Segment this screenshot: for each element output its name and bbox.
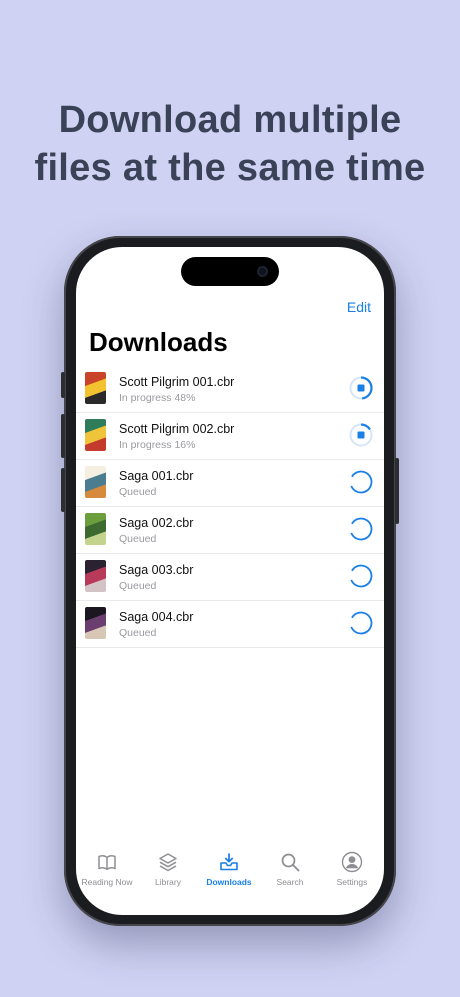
comic-cover-thumbnail (85, 513, 106, 545)
phone-volume-down (61, 468, 65, 512)
queued-spinner-icon[interactable] (349, 517, 373, 541)
app-screen: Edit Downloads Scott Pilgrim 001.cbr In p… (76, 247, 384, 915)
queued-spinner-icon[interactable] (349, 564, 373, 588)
queued-spinner-icon[interactable] (349, 470, 373, 494)
comic-cover-thumbnail (85, 372, 106, 404)
queued-spinner-icon[interactable] (349, 611, 373, 635)
tab-label: Settings (336, 877, 368, 887)
download-file-name: Saga 002.cbr (119, 516, 194, 530)
download-progress-stop-icon[interactable] (349, 376, 373, 400)
download-row[interactable]: Saga 003.cbr Queued (76, 554, 384, 601)
stack-icon (159, 853, 177, 872)
download-file-name: Scott Pilgrim 001.cbr (119, 375, 235, 389)
download-row[interactable]: Saga 002.cbr Queued (76, 507, 384, 554)
comic-cover-thumbnail (85, 607, 106, 639)
page-title: Downloads (89, 327, 228, 357)
phone-volume-up (61, 414, 65, 458)
book-icon (98, 855, 116, 871)
tab-search[interactable]: Search (260, 851, 320, 887)
download-status-text: In progress 48% (119, 392, 196, 404)
edit-button[interactable]: Edit (347, 299, 371, 315)
download-file-name: Saga 001.cbr (119, 469, 194, 483)
profile-icon (341, 851, 363, 873)
headline-line-1: Download multiple (58, 99, 402, 141)
download-file-name: Saga 003.cbr (119, 563, 194, 577)
tab-reading-now[interactable]: Reading Now (77, 851, 137, 887)
download-row[interactable]: Saga 004.cbr Queued (76, 601, 384, 648)
tab-label: Downloads (206, 877, 252, 887)
phone-power-button (395, 458, 399, 524)
phone-silent-switch (61, 372, 65, 398)
download-row[interactable]: Scott Pilgrim 002.cbr In progress 16% (76, 413, 384, 460)
tab-label: Search (276, 877, 304, 887)
headline: Download multiple files at the same time (0, 96, 460, 192)
tab-downloads[interactable]: Downloads (199, 851, 259, 887)
comic-cover-thumbnail (85, 466, 106, 498)
camera-icon (257, 266, 268, 277)
comic-cover-thumbnail (85, 560, 106, 592)
download-status-text: In progress 16% (119, 439, 196, 451)
headline-line-2: files at the same time (34, 147, 426, 189)
download-file-name: Scott Pilgrim 002.cbr (119, 422, 235, 436)
tab-label: Reading Now (81, 877, 133, 887)
tab-bar: Reading Now Library Downloads Search Setting… (76, 851, 384, 901)
tab-library[interactable]: Library (138, 851, 198, 887)
download-status-text: Queued (119, 627, 157, 639)
download-row[interactable]: Saga 001.cbr Queued (76, 460, 384, 507)
download-status-text: Queued (119, 486, 157, 498)
download-status-text: Queued (119, 580, 157, 592)
dynamic-island (181, 257, 279, 286)
download-status-text: Queued (119, 533, 157, 545)
tray-download-icon (220, 853, 238, 871)
tab-label: Library (155, 877, 181, 887)
download-row[interactable]: Scott Pilgrim 001.cbr In progress 48% (76, 366, 384, 413)
download-progress-stop-icon[interactable] (349, 423, 373, 447)
comic-cover-thumbnail (85, 419, 106, 451)
tab-settings[interactable]: Settings (322, 851, 382, 887)
downloads-list: Scott Pilgrim 001.cbr In progress 48% Scot… (76, 366, 384, 648)
search-icon (281, 853, 300, 872)
download-file-name: Saga 004.cbr (119, 610, 194, 624)
